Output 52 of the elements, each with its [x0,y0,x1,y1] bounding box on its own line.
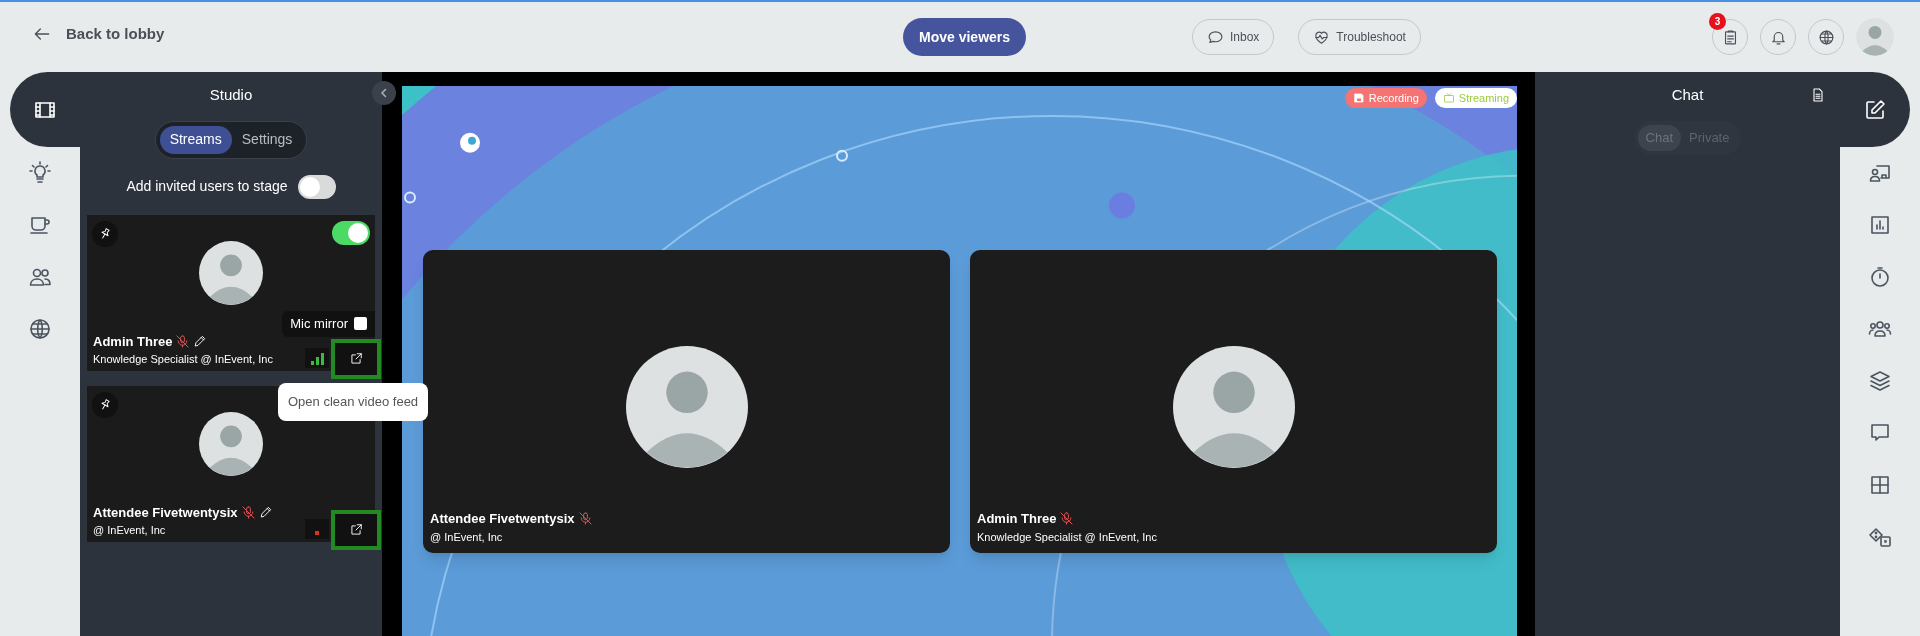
dice-icon [1868,525,1892,549]
notification-badge: 3 [1709,13,1726,30]
checkbox[interactable] [354,317,367,330]
avatar-icon [199,411,263,476]
document-icon [1810,87,1826,104]
participant-role: Knowledge Specialist @ InEvent, Inc [977,529,1157,545]
profile-button[interactable] [1856,18,1894,56]
layers-icon [1868,369,1892,393]
tooltip: Open clean video feed [278,383,429,421]
pin-button[interactable] [92,391,118,418]
back-link[interactable]: Back to lobby [32,22,165,46]
stopwatch-icon [1868,265,1892,289]
transcript-button[interactable] [1810,87,1826,104]
lightbulb-icon [28,161,52,185]
participant-role: @ InEvent, Inc [430,529,504,545]
grid-icon [1868,473,1892,497]
chat-bubble-icon [1207,28,1224,46]
signal-bars-icon [305,347,329,368]
participant-name: Attendee Fivetwentysix [430,510,575,528]
avatar-icon [625,346,748,468]
tv-icon [1442,92,1455,104]
avatar-icon [1172,346,1295,468]
toggle-label: Add invited users to stage [126,177,288,196]
pin-icon [98,226,112,241]
streaming-badge: Streaming [1434,88,1517,108]
tab[interactable]: Settings [231,125,303,154]
participant-role: @ InEvent, Inc [93,523,167,538]
checkbox-label: Mic mirror [290,314,348,333]
participant-name: Attendee Fivetwentysix [93,503,238,522]
open-feed-button[interactable] [331,509,381,550]
avatar-icon [1856,18,1894,56]
recording-badge: Recording [1344,88,1427,108]
participant-name: Admin Three [93,332,173,351]
invite-toggle[interactable] [297,174,336,199]
bar-chart-icon [1868,213,1892,237]
tab[interactable]: Streams [159,125,232,154]
save-icon [1352,92,1365,104]
external-link-icon [349,351,363,366]
pin-button[interactable] [92,220,118,247]
pin-icon [98,397,112,412]
panel-title: Chat [1671,85,1704,105]
edit-icon [1863,97,1887,122]
panel-title: Studio [209,85,253,105]
stage-toggle[interactable] [332,220,370,245]
participant-role: Knowledge Specialist @ InEvent, Inc [93,352,273,367]
external-link-icon [349,522,363,537]
move-viewers-button[interactable]: Move viewers [903,18,1027,56]
participant-name: Admin Three [977,510,1057,528]
open-feed-button[interactable] [331,338,381,379]
globe-icon [28,317,52,341]
globe-icon [1817,28,1835,46]
avatar-icon [199,240,263,305]
